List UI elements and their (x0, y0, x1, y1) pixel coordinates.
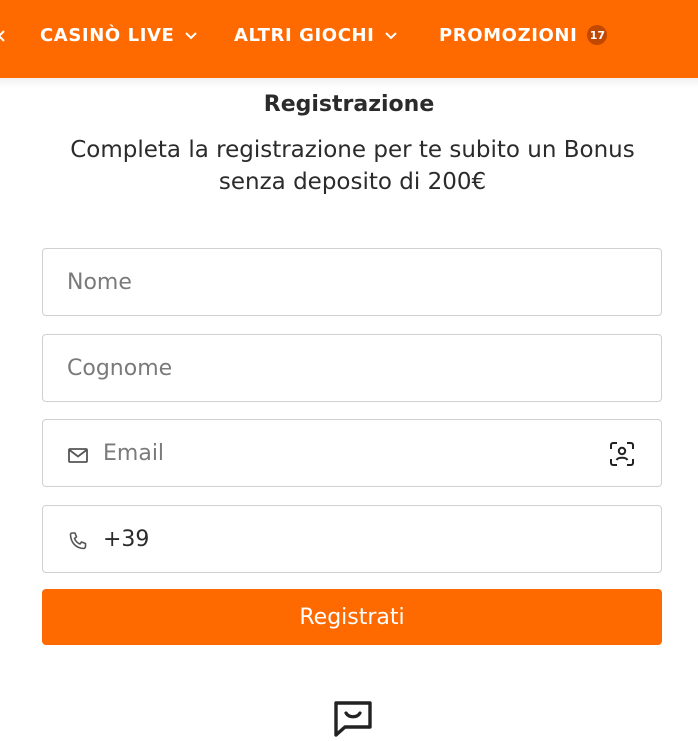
nav-item-label: ALTRI GIOCHI (234, 24, 375, 46)
phone-field[interactable] (42, 505, 662, 573)
nav-item-label: CASINÒ LIVE (40, 24, 175, 46)
phone-icon (69, 532, 87, 550)
scroll-left-icon[interactable] (0, 30, 6, 42)
nav-item-altri-giochi[interactable]: ALTRI GIOCHI (234, 22, 400, 48)
register-button[interactable]: Registrati (42, 589, 662, 645)
cognome-input[interactable] (67, 335, 641, 401)
top-navigation: CASINÒ LIVE ALTRI GIOCHI PROMOZIONI 17 (0, 0, 698, 78)
nav-item-label: PROMOZIONI (439, 24, 578, 46)
bonus-subtitle: Completa la registrazione per te subito … (70, 137, 635, 195)
nome-input[interactable] (67, 249, 641, 315)
email-field[interactable] (42, 419, 662, 487)
cognome-field[interactable] (42, 334, 662, 402)
nav-shadow (0, 78, 698, 88)
chevron-down-icon (182, 26, 200, 44)
face-id-icon[interactable] (609, 441, 635, 467)
chevron-down-icon (382, 26, 400, 44)
chat-icon[interactable] (333, 700, 373, 738)
page-title: Registrazione (263, 92, 435, 117)
phone-input[interactable] (103, 506, 641, 572)
promo-count-badge: 17 (587, 25, 608, 45)
nome-field[interactable] (42, 248, 662, 316)
mail-icon (68, 448, 88, 463)
email-input[interactable] (103, 420, 591, 486)
nav-item-promozioni[interactable]: PROMOZIONI 17 (439, 22, 608, 48)
nav-item-casino-live[interactable]: CASINÒ LIVE (40, 22, 200, 48)
